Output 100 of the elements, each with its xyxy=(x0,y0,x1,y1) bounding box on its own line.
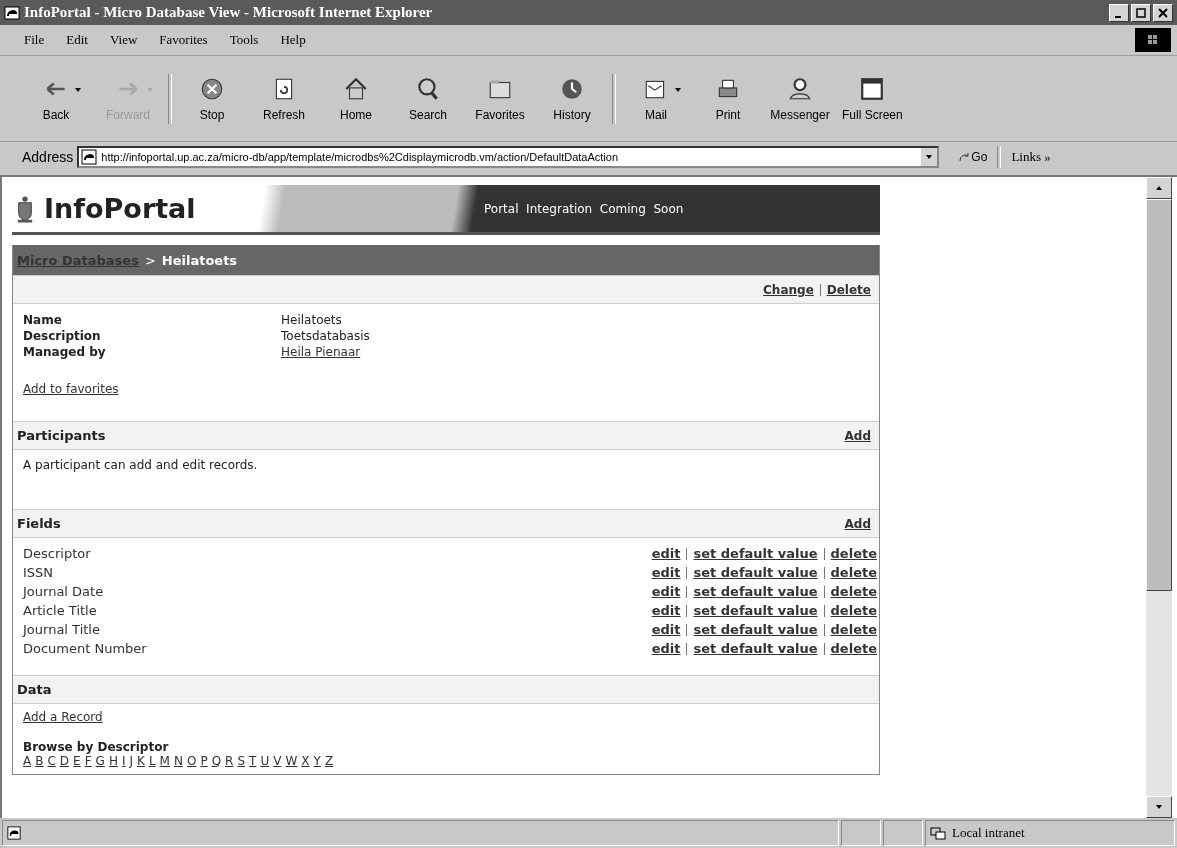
letter-link[interactable]: D xyxy=(59,754,70,768)
field-action-link[interactable]: delete xyxy=(830,639,877,658)
detail-label: Name xyxy=(23,312,63,328)
address-field[interactable]: http://infoportal.up.ac.za/micro-db/app/template/microdbs%2Cdisplaymicrodb.vm/action/DefaultDataAction xyxy=(77,146,940,168)
toolbar-button[interactable]: Search xyxy=(392,71,464,126)
toolbar-button[interactable]: History xyxy=(536,71,608,126)
letter-link[interactable]: V xyxy=(273,754,282,768)
field-action-link[interactable]: set default value xyxy=(693,582,818,601)
detail-value: Heilatoets xyxy=(281,312,342,328)
windows-logo-icon xyxy=(1135,28,1171,52)
letter-link[interactable]: I xyxy=(121,754,126,768)
field-action-link[interactable]: edit xyxy=(651,620,681,639)
field-action-link[interactable]: edit xyxy=(651,601,681,620)
field-action-link[interactable]: delete xyxy=(830,620,877,639)
toolbar-button[interactable]: Favorites xyxy=(464,71,536,126)
go-arrow-icon xyxy=(959,152,970,162)
scroll-thumb[interactable] xyxy=(1146,199,1172,591)
letter-link[interactable]: B xyxy=(35,754,44,768)
field-action-link[interactable]: delete xyxy=(830,582,877,601)
detail-label: Managed by xyxy=(23,344,107,360)
maximize-button[interactable] xyxy=(1131,3,1151,22)
field-action-link[interactable]: set default value xyxy=(693,563,818,582)
section-heading: Participants xyxy=(17,428,106,443)
field-action-link[interactable]: set default value xyxy=(693,620,818,639)
letter-link[interactable]: T xyxy=(249,754,257,768)
go-button[interactable]: Go xyxy=(953,149,994,165)
page-icon xyxy=(7,826,21,840)
letter-link[interactable]: M xyxy=(159,754,170,768)
field-action-link[interactable]: edit xyxy=(651,544,681,563)
toolbar-button[interactable]: Refresh xyxy=(248,71,320,126)
letter-link[interactable]: Y xyxy=(313,754,321,768)
field-action-link[interactable]: set default value xyxy=(693,544,818,563)
field-action-link[interactable]: delete xyxy=(830,544,877,563)
letter-link[interactable]: C xyxy=(47,754,56,768)
toolbar-button[interactable]: Full Screen xyxy=(836,71,909,126)
letter-link[interactable]: U xyxy=(260,754,270,768)
letter-link[interactable]: G xyxy=(95,754,105,768)
menu-item[interactable]: Tools xyxy=(225,32,263,48)
letter-link[interactable]: Z xyxy=(324,754,334,768)
field-name: Article Title xyxy=(23,602,97,620)
letter-link[interactable]: E xyxy=(73,754,81,768)
links-button[interactable]: Links » xyxy=(1005,148,1057,166)
toolbar-button[interactable]: Messenger xyxy=(764,71,836,126)
letter-link[interactable]: P xyxy=(200,754,208,768)
breadcrumb-current: Heilatoets xyxy=(161,252,238,268)
vertical-scrollbar[interactable] xyxy=(1146,177,1172,818)
letter-link[interactable]: W xyxy=(285,754,298,768)
add-to-favorites-link[interactable]: Add to favorites xyxy=(23,382,119,396)
letter-link[interactable]: H xyxy=(108,754,118,768)
add-link[interactable]: Add xyxy=(844,516,871,531)
action-link[interactable]: Change xyxy=(763,282,814,297)
menu-item[interactable]: Edit xyxy=(62,32,92,48)
detail-value: Toetsdatabasis xyxy=(281,328,370,344)
toolbar-button[interactable]: Print xyxy=(692,71,764,126)
toolbar-button[interactable]: Home xyxy=(320,71,392,126)
scroll-down-button[interactable] xyxy=(1146,796,1172,818)
letter-link[interactable]: F xyxy=(84,754,92,768)
toolbar-button[interactable]: Back xyxy=(20,71,92,126)
field-action-link[interactable]: edit xyxy=(651,582,681,601)
field-action-link[interactable]: set default value xyxy=(693,601,818,620)
crest-icon xyxy=(16,193,34,224)
menu-item[interactable]: Help xyxy=(276,32,310,48)
letter-link[interactable]: N xyxy=(173,754,183,768)
browser-icon xyxy=(4,4,20,21)
section-heading: Data xyxy=(17,682,52,697)
status-panel xyxy=(841,820,881,846)
minimize-button[interactable] xyxy=(1109,3,1129,22)
field-name: Journal Title xyxy=(23,621,100,639)
field-action-link[interactable]: delete xyxy=(830,563,877,582)
field-name: ISSN xyxy=(23,564,54,582)
browse-heading: Browse by Descriptor xyxy=(23,740,170,754)
action-link[interactable]: Delete xyxy=(826,282,871,297)
manager-link[interactable]: Heila Pienaar xyxy=(281,344,361,360)
menu-item[interactable]: File xyxy=(20,32,49,48)
scroll-up-button[interactable] xyxy=(1146,177,1172,199)
menu-item[interactable]: Favorites xyxy=(155,32,212,48)
letter-link[interactable]: J xyxy=(129,754,134,768)
dropdown-button[interactable] xyxy=(921,148,938,166)
toolbar-button[interactable]: Stop xyxy=(176,71,248,126)
toolbar-button[interactable]: Mail xyxy=(620,71,692,126)
close-button[interactable] xyxy=(1153,3,1173,22)
letter-link[interactable]: R xyxy=(225,754,234,768)
add-link[interactable]: Add xyxy=(844,428,871,443)
letter-link[interactable]: X xyxy=(301,754,310,768)
menu-item[interactable]: View xyxy=(105,32,142,48)
letter-link[interactable]: S xyxy=(237,754,246,768)
caret-icon xyxy=(926,155,933,159)
letter-link[interactable]: A xyxy=(23,754,32,768)
field-action-link[interactable]: delete xyxy=(830,601,877,620)
letter-link[interactable]: O xyxy=(186,754,197,768)
field-action-link[interactable]: edit xyxy=(651,639,681,658)
field-action-link[interactable]: set default value xyxy=(693,639,818,658)
letter-link[interactable]: Q xyxy=(211,754,222,768)
field-action-link[interactable]: edit xyxy=(651,563,681,582)
person-icon xyxy=(787,75,813,102)
participants-text: A participant can add and edit records. xyxy=(23,458,258,472)
close-icon xyxy=(1158,7,1168,18)
add-record-link[interactable]: Add a Record xyxy=(23,710,103,724)
letter-link[interactable]: L xyxy=(148,754,156,768)
letter-link[interactable]: K xyxy=(137,754,145,768)
